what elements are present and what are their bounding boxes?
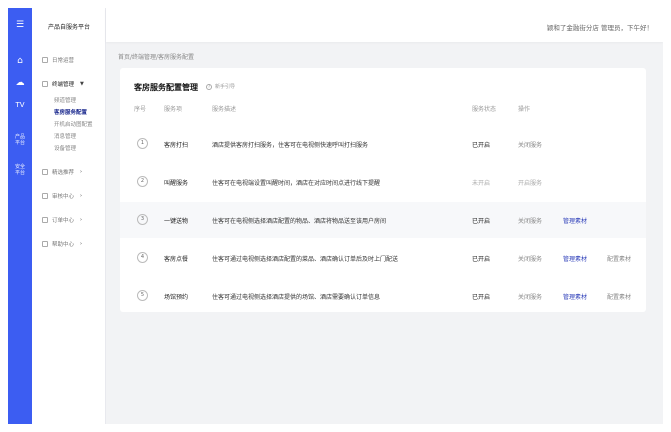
table-row: 4 客房点餐 住客可通过电视侧选择酒店配置的菜品、酒店确认订单后及时上门配送 已… [120,240,646,276]
question-icon: ? [206,83,212,90]
sidebar-item-orders[interactable]: 订单中心 › [42,216,82,224]
service-description: 住客可通过电视侧选择酒店提供的场馆、酒店需要确认订单信息 [212,294,381,301]
user-greeting[interactable]: 颖和了金融街分店 管理员，下午好！ [547,22,653,32]
sidebar-item-audit[interactable]: 审核中心 › [42,192,82,200]
sidebar-item-label: 订单中心 [52,218,75,224]
top-bar: 颖和了金融街分店 管理员，下午好！ [106,8,663,42]
toggle-service-button[interactable]: 关闭服务 [518,292,542,301]
table-row: 3 一键送物 住客可在电视侧选择酒店配置的物品、酒店将物品送至该用户房间 已开启… [120,202,646,238]
column-header-status: 服务状态 [472,106,497,113]
row-index: 3 [137,214,148,225]
manage-material-button[interactable]: 管理素材 [563,254,587,263]
toggle-service-button[interactable]: 关闭服务 [518,140,542,149]
service-name: 场馆预约 [164,294,189,301]
sidebar-item-featured[interactable]: 精选推荐 › [42,168,82,176]
sidebar-item-help[interactable]: 帮助中心 › [42,240,82,248]
sidebar-item-label: 审核中心 [52,194,75,200]
manage-material-button[interactable]: 管理素材 [563,292,587,301]
column-header-actions: 操作 [518,106,531,113]
column-header-description: 服务描述 [212,106,237,113]
table-row: 2 叫醒服务 住客可在电视端设置叫醒时间，酒店在对应时间点进行线下提醒 未开启 … [120,164,646,200]
icon-rail: ☰ ⌂ ☁ TV 产品 平台 安全 平台 [8,8,32,424]
service-status: 未开启 [472,180,491,187]
manage-material-button[interactable]: 管理素材 [563,216,587,225]
breadcrumb: 首页/终端管理/客房服务配置 [118,54,195,61]
service-name: 客房打扫 [164,142,189,149]
service-status: 已开启 [472,294,491,301]
beginner-guide-label: 新手引导 [215,84,236,90]
row-index: 1 [137,138,148,149]
sidebar-subitem-room-service[interactable]: 客房服务配置 [54,108,87,116]
security-platform-icon[interactable]: 安全 平台 [8,164,32,176]
cloud-icon[interactable]: ☁ [8,78,32,88]
service-name: 客房点餐 [164,256,189,263]
sidebar-subitem-messages[interactable]: 消息管理 [54,132,76,140]
service-description: 酒店提供客房打扫服务，住客可在电视侧快速呼叫打扫服务 [212,142,369,149]
sidebar-item-label: 精选推荐 [52,170,75,176]
monitor-icon [42,81,48,87]
row-index: 4 [137,252,148,263]
caret-right-icon: › [80,217,83,223]
configure-material-button[interactable]: 配置素材 [607,254,631,263]
table-row: 1 客房打扫 酒店提供客房打扫服务，住客可在电视侧快速呼叫打扫服务 已开启 关闭… [120,126,646,162]
row-index: 2 [137,176,148,187]
caret-down-icon: ▼ [80,81,84,87]
service-status: 已开启 [472,142,491,149]
sidebar-subitem-devices[interactable]: 设备管理 [54,144,76,152]
app-frame: ☰ ⌂ ☁ TV 产品 平台 安全 平台 产品自服务平台 日常运营 终端管理 ▼… [8,8,663,424]
star-icon [42,169,48,175]
menu-icon[interactable]: ☰ [8,20,32,30]
service-description: 住客可在电视端设置叫醒时间，酒店在对应时间点进行线下提醒 [212,180,381,187]
sidebar-item-label: 日常运营 [52,58,75,64]
page-title: 客房服务配置管理 [134,83,198,92]
sidebar-item-label: 终端管理 [52,82,75,88]
service-status: 已开启 [472,218,491,225]
service-status: 已开启 [472,256,491,263]
service-name: 一键送物 [164,218,189,225]
tv-icon[interactable]: TV [8,100,32,110]
sidebar-item-label: 帮助中心 [52,242,75,248]
product-platform-icon[interactable]: 产品 平台 [8,134,32,146]
beginner-guide-link[interactable]: ? 新手引导 [206,83,235,90]
caret-right-icon: › [80,193,83,199]
toggle-service-button[interactable]: 关闭服务 [518,216,542,225]
calendar-icon [42,57,48,63]
sidebar-item-daily-ops[interactable]: 日常运营 [42,56,74,64]
sidebar: 产品自服务平台 日常运营 终端管理 ▼ 频道管理 客房服务配置 开机启动图配置 … [32,8,106,424]
service-description: 住客可在电视侧选择酒店配置的物品、酒店将物品送至该用户房间 [212,218,387,225]
service-config-card: 客房服务配置管理 ? 新手引导 序号 服务项 服务描述 服务状态 操作 1 客房… [120,68,646,312]
order-icon [42,217,48,223]
column-header-index: 序号 [134,106,147,113]
service-description: 住客可通过电视侧选择酒店配置的菜品、酒店确认订单后及时上门配送 [212,256,399,263]
help-icon [42,241,48,247]
configure-material-button[interactable]: 配置素材 [607,292,631,301]
toggle-service-button[interactable]: 关闭服务 [518,254,542,263]
sidebar-subitem-boot-image[interactable]: 开机启动图配置 [54,120,93,128]
column-header-service: 服务项 [164,106,183,113]
sidebar-subitem-channels[interactable]: 频道管理 [54,96,76,104]
row-index: 5 [137,290,148,301]
table-row: 5 场馆预约 住客可通过电视侧选择酒店提供的场馆、酒店需要确认订单信息 已开启 … [120,278,646,314]
brand-title: 产品自服务平台 [47,24,90,31]
toggle-service-button[interactable]: 开启服务 [518,178,542,187]
home-icon[interactable]: ⌂ [8,56,32,66]
audit-icon [42,193,48,199]
service-name: 叫醒服务 [164,180,189,187]
caret-right-icon: › [80,169,83,175]
caret-right-icon: › [80,241,83,247]
sidebar-item-terminal[interactable]: 终端管理 ▼ [42,80,84,88]
